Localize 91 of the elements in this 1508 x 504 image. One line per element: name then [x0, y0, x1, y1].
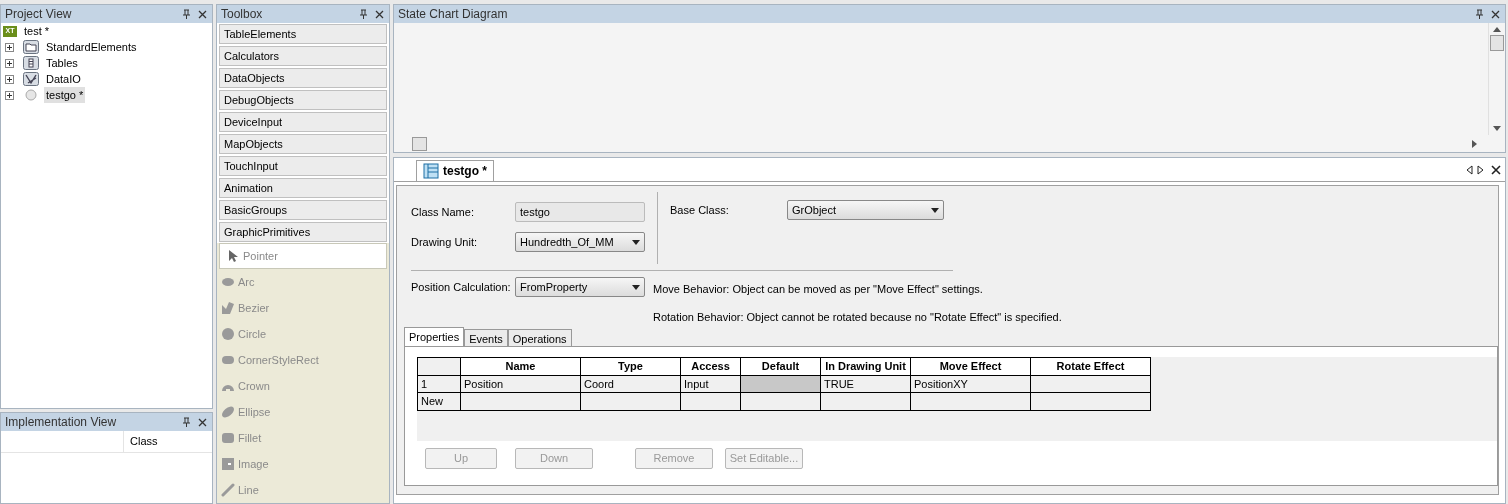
expand-icon[interactable] — [5, 42, 14, 52]
document-tab[interactable]: testgo * — [416, 160, 494, 181]
circle-icon — [23, 88, 39, 102]
panel-title: Project View — [5, 6, 73, 23]
dropdown[interactable]: Hundredth_Of_MM — [515, 232, 645, 252]
close-icon[interactable] — [1490, 8, 1501, 20]
text-field[interactable]: testgo — [515, 202, 645, 222]
field-label: Position Calculation: — [411, 279, 512, 295]
column-header[interactable]: Rotate Effect — [1030, 357, 1151, 375]
field-label: Drawing Unit: — [411, 234, 479, 250]
toolbox-group[interactable]: DataObjects — [219, 68, 387, 88]
up-arrow-icon — [1493, 27, 1501, 32]
class-icon — [423, 163, 439, 179]
toolbox-group[interactable]: DebugObjects — [219, 90, 387, 110]
column-header[interactable]: In Drawing Unit — [820, 357, 911, 375]
tab[interactable]: Properties — [404, 327, 465, 346]
toolbox-group[interactable]: Calculators — [219, 46, 387, 66]
caret-icon — [632, 284, 640, 290]
tree-item[interactable]: testgo * — [44, 86, 86, 104]
tab[interactable]: Operations — [507, 329, 572, 346]
behavior-text: Move Behavior: Object can be moved as per "Move Effect" settings. — [653, 282, 984, 297]
column-header[interactable]: Move Effect — [910, 357, 1031, 375]
panel-title: State Chart Diagram — [398, 6, 509, 23]
toolbox-group[interactable]: BasicGroups — [219, 200, 387, 220]
line-icon — [221, 483, 235, 497]
table-cell: Input — [680, 375, 741, 393]
toolbox-group[interactable]: MapObjects — [219, 134, 387, 154]
pin-icon[interactable] — [1474, 8, 1485, 20]
toolbox-group[interactable]: DeviceInput — [219, 112, 387, 132]
arc-icon — [221, 275, 235, 289]
tree-item[interactable]: Tables — [44, 54, 80, 72]
behavior-text: Rotation Behavior: Object cannot be rotated because no "Rotate Effect" is specified. — [653, 309, 1062, 325]
table-cell: Coord — [580, 375, 681, 393]
tree-item[interactable]: DataIO — [44, 70, 83, 88]
expand-icon[interactable] — [5, 58, 14, 68]
column-header[interactable]: Type — [580, 357, 681, 375]
button: Up — [425, 448, 497, 469]
caret-icon — [632, 239, 640, 245]
column-header[interactable]: Class — [123, 431, 212, 452]
fillet-icon — [221, 431, 235, 445]
expand-icon[interactable] — [5, 74, 14, 84]
folder-icon — [23, 40, 39, 54]
curve-icon — [221, 301, 235, 315]
panel-title: Toolbox — [221, 6, 264, 23]
column-header[interactable]: Default — [740, 357, 821, 375]
right-arrow-icon — [1472, 139, 1477, 148]
field-label: Class Name: — [411, 204, 475, 220]
pin-icon[interactable] — [181, 8, 192, 20]
table-cell: TRUE — [820, 375, 911, 393]
toolbox-group[interactable]: Animation — [219, 178, 387, 198]
close-icon[interactable] — [197, 416, 208, 428]
rounded-rect-icon — [221, 353, 235, 367]
toolbox-group[interactable]: TouchInput — [219, 156, 387, 176]
column-header[interactable]: Access — [680, 357, 741, 375]
button: Down — [515, 448, 593, 469]
close-icon[interactable] — [197, 8, 208, 20]
tab[interactable]: Events — [464, 329, 508, 346]
right-arrow-icon[interactable] — [1477, 164, 1484, 175]
toolbox-group[interactable]: GraphicPrimitives — [219, 222, 387, 242]
caret-icon — [931, 207, 939, 213]
scroll-thumb[interactable] — [412, 136, 427, 151]
button: Remove — [635, 448, 713, 469]
table-cell: Position — [460, 375, 581, 393]
field-label: Base Class: — [670, 202, 730, 218]
close-icon[interactable] — [374, 8, 385, 20]
dropdown[interactable]: FromProperty — [515, 277, 645, 297]
expand-icon[interactable] — [5, 90, 14, 100]
vertical-scrollbar[interactable] — [1488, 23, 1505, 135]
tree-item[interactable]: test * — [22, 22, 52, 40]
pin-icon[interactable] — [181, 416, 192, 428]
table-icon — [23, 56, 39, 70]
circle-icon — [221, 327, 235, 341]
arrow-pointer-icon — [226, 249, 240, 263]
panel-title: Implementation View — [5, 414, 118, 431]
toolbox-item[interactable]: Pointer — [219, 243, 387, 269]
ellipse-icon — [221, 405, 235, 419]
left-arrow-icon[interactable] — [1466, 164, 1473, 175]
column-header[interactable]: Name — [460, 357, 581, 375]
tree-item[interactable]: StandardElements — [44, 38, 139, 56]
chart-icon — [23, 72, 39, 86]
toolbox-group[interactable]: TableElements — [219, 24, 387, 44]
table-cell: PositionXY — [910, 375, 1031, 393]
button: Set Editable... — [725, 448, 803, 469]
close-icon[interactable] — [1491, 164, 1501, 175]
horizontal-scrollbar[interactable] — [394, 135, 1505, 152]
pin-icon[interactable] — [358, 8, 369, 20]
table-cell — [680, 392, 741, 410]
down-arrow-icon — [1493, 126, 1501, 131]
dropdown[interactable]: GrObject — [787, 200, 944, 220]
image-icon — [221, 457, 235, 471]
scroll-thumb[interactable] — [1490, 35, 1504, 51]
